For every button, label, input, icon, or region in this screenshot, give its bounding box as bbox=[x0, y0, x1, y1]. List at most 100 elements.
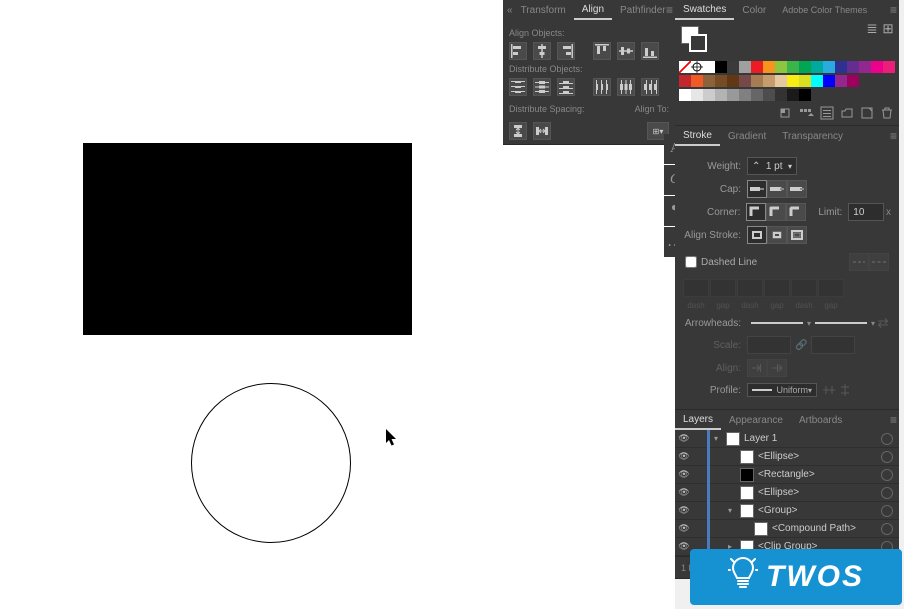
fill-stroke-indicator[interactable] bbox=[681, 26, 709, 54]
swatch-color[interactable] bbox=[739, 61, 751, 73]
swatch-color[interactable] bbox=[691, 75, 703, 87]
dash-preserve-button[interactable] bbox=[849, 253, 869, 271]
corner-bevel-button[interactable] bbox=[786, 203, 806, 221]
layer-row[interactable]: 👁<Rectangle> bbox=[675, 466, 899, 484]
tab-align[interactable]: Align bbox=[574, 1, 612, 20]
distribute-right-button[interactable] bbox=[641, 78, 659, 96]
visibility-toggle-icon[interactable]: 👁 bbox=[675, 505, 693, 516]
swatch-color[interactable] bbox=[763, 75, 775, 87]
swatch-color[interactable] bbox=[835, 61, 847, 73]
swatch-color[interactable] bbox=[799, 61, 811, 73]
swatch-gray[interactable] bbox=[679, 89, 691, 101]
tab-appearance[interactable]: Appearance bbox=[721, 412, 791, 429]
swatch-gray[interactable] bbox=[775, 89, 787, 101]
align-stroke-inside-button[interactable] bbox=[767, 226, 787, 244]
stroke-swatch[interactable] bbox=[689, 34, 707, 52]
layer-name[interactable]: <Compound Path> bbox=[772, 523, 881, 534]
swatch-color[interactable] bbox=[679, 75, 691, 87]
swatch-color[interactable] bbox=[775, 75, 787, 87]
profile-flip-along-button[interactable] bbox=[837, 382, 853, 398]
distribute-hcenter-button[interactable] bbox=[617, 78, 635, 96]
distribute-top-button[interactable] bbox=[509, 78, 527, 96]
expand-toggle-icon[interactable]: ▾ bbox=[724, 506, 736, 515]
layer-name[interactable]: <Rectangle> bbox=[758, 469, 881, 480]
profile-flip-across-button[interactable] bbox=[821, 382, 837, 398]
swatch-color[interactable] bbox=[787, 75, 799, 87]
layer-row[interactable]: 👁 <Ellipse> bbox=[675, 484, 899, 502]
target-icon[interactable] bbox=[881, 505, 893, 517]
new-swatch-button[interactable] bbox=[859, 105, 875, 121]
target-icon[interactable] bbox=[881, 433, 893, 445]
arrow-scale-end-input[interactable] bbox=[811, 336, 855, 354]
swatch-color[interactable] bbox=[715, 75, 727, 87]
swatch-gray[interactable] bbox=[703, 89, 715, 101]
visibility-toggle-icon[interactable]: 👁 bbox=[675, 487, 693, 498]
tab-transform[interactable]: Transform bbox=[513, 2, 574, 19]
swatch-gray[interactable] bbox=[787, 89, 799, 101]
swatch-color[interactable] bbox=[823, 75, 835, 87]
swatch-color[interactable] bbox=[859, 61, 871, 73]
profile-dropdown[interactable]: Uniform ▾ bbox=[747, 383, 817, 397]
swatches-grid-view-button[interactable]: ⊞ bbox=[881, 22, 895, 36]
align-bottom-button[interactable] bbox=[641, 42, 659, 60]
align-top-button[interactable] bbox=[593, 42, 611, 60]
panel-menu-icon[interactable]: ≡ bbox=[666, 3, 673, 17]
layers-menu-icon[interactable]: ≡ bbox=[890, 413, 897, 427]
weight-input[interactable]: ⌃1 pt▾ bbox=[747, 157, 797, 175]
tab-gradient[interactable]: Gradient bbox=[720, 128, 774, 145]
ellipse-shape[interactable] bbox=[191, 383, 351, 543]
layer-row[interactable]: 👁<Ellipse> bbox=[675, 448, 899, 466]
rectangle-shape[interactable] bbox=[83, 143, 412, 335]
limit-input[interactable]: 10 bbox=[848, 203, 884, 221]
layer-name[interactable]: <Group> bbox=[758, 505, 881, 516]
corner-miter-button[interactable] bbox=[746, 203, 766, 221]
tab-transparency[interactable]: Transparency bbox=[774, 128, 851, 145]
swap-arrowheads-button[interactable]: ⇄ bbox=[875, 315, 891, 331]
stroke-menu-icon[interactable]: ≡ bbox=[890, 129, 897, 143]
swatch-gray[interactable] bbox=[727, 89, 739, 101]
distribute-bottom-button[interactable] bbox=[557, 78, 575, 96]
align-vcenter-button[interactable] bbox=[617, 42, 635, 60]
swatch-color[interactable] bbox=[835, 75, 847, 87]
swatch-color[interactable] bbox=[787, 61, 799, 73]
cap-projecting-button[interactable] bbox=[787, 180, 807, 198]
layer-row[interactable]: 👁▾Layer 1 bbox=[675, 430, 899, 448]
swatch-gray[interactable] bbox=[739, 89, 751, 101]
swatch-color[interactable] bbox=[811, 75, 823, 87]
swatch-color[interactable] bbox=[715, 61, 727, 73]
swatch-library-button[interactable] bbox=[779, 105, 795, 121]
gap-field-2[interactable] bbox=[764, 279, 790, 297]
swatch-color[interactable] bbox=[751, 61, 763, 73]
align-stroke-center-button[interactable] bbox=[747, 226, 767, 244]
swatch-color[interactable] bbox=[739, 75, 751, 87]
layer-name[interactable]: Layer 1 bbox=[744, 433, 881, 444]
visibility-toggle-icon[interactable]: 👁 bbox=[675, 433, 693, 444]
swatch-color[interactable] bbox=[799, 75, 811, 87]
swatch-color[interactable] bbox=[823, 61, 835, 73]
gap-field-1[interactable] bbox=[710, 279, 736, 297]
arrow-align-end-button[interactable] bbox=[767, 359, 787, 377]
dash-field-3[interactable] bbox=[791, 279, 817, 297]
align-right-button[interactable] bbox=[557, 42, 575, 60]
swatch-gray[interactable] bbox=[799, 89, 811, 101]
layer-row[interactable]: 👁 ▾ <Group> bbox=[675, 502, 899, 520]
tab-layers[interactable]: Layers bbox=[675, 411, 721, 430]
arrowhead-end-dropdown[interactable] bbox=[815, 317, 867, 329]
layer-name[interactable]: <Ellipse> bbox=[758, 451, 881, 462]
distribute-left-button[interactable] bbox=[593, 78, 611, 96]
layer-name[interactable]: <Ellipse> bbox=[758, 487, 881, 498]
arrow-align-tip-button[interactable] bbox=[747, 359, 767, 377]
swatch-options-button[interactable] bbox=[819, 105, 835, 121]
target-icon[interactable] bbox=[881, 523, 893, 535]
dash-field-2[interactable] bbox=[737, 279, 763, 297]
swatch-color[interactable] bbox=[883, 61, 895, 73]
swatch-color[interactable] bbox=[703, 75, 715, 87]
layer-row[interactable]: 👁<Compound Path> bbox=[675, 520, 899, 538]
delete-swatch-button[interactable] bbox=[879, 105, 895, 121]
swatch-color[interactable] bbox=[727, 75, 739, 87]
distribute-vcenter-button[interactable] bbox=[533, 78, 551, 96]
swatch-color[interactable] bbox=[775, 61, 787, 73]
tab-swatches[interactable]: Swatches bbox=[675, 1, 734, 20]
gap-field-3[interactable] bbox=[818, 279, 844, 297]
distribute-vspacing-button[interactable] bbox=[509, 122, 527, 140]
